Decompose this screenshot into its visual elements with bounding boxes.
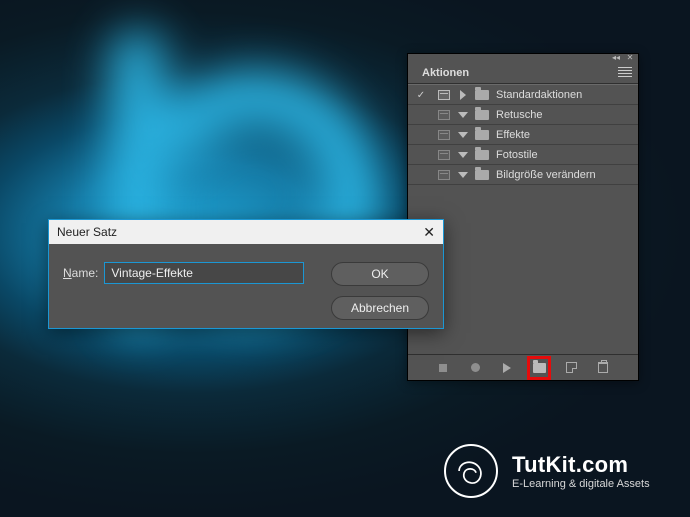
name-label: Name: xyxy=(63,262,98,280)
disclosure-icon[interactable] xyxy=(454,152,472,158)
toggle-check[interactable] xyxy=(408,89,434,101)
dialog-title: Neuer Satz xyxy=(57,225,117,239)
name-input[interactable] xyxy=(104,262,304,284)
toggle-dialog-icon[interactable] xyxy=(434,90,454,100)
toggle-dialog-icon[interactable] xyxy=(434,170,454,180)
tab-actions[interactable]: Aktionen xyxy=(414,63,477,83)
trash-icon[interactable] xyxy=(596,361,610,375)
action-set-label: Bildgröße verändern xyxy=(492,169,638,181)
action-set-row[interactable]: Fotostile xyxy=(408,145,638,165)
action-sets-list: Standardaktionen Retusche Effekte Fotostile… xyxy=(408,84,638,185)
panel-menu-icon[interactable] xyxy=(618,67,632,77)
disclosure-icon[interactable] xyxy=(454,112,472,118)
action-set-label: Standardaktionen xyxy=(492,89,638,101)
action-set-row[interactable]: Bildgröße verändern xyxy=(408,165,638,185)
brand-tagline: E-Learning & digitale Assets xyxy=(512,478,650,490)
record-icon[interactable] xyxy=(468,361,482,375)
action-set-row[interactable]: Effekte xyxy=(408,125,638,145)
play-icon[interactable] xyxy=(500,361,514,375)
new-set-dialog: Neuer Satz ✕ Name: OK Abbrechen xyxy=(48,219,444,329)
folder-icon xyxy=(472,150,492,160)
new-action-icon[interactable] xyxy=(564,361,578,375)
folder-icon xyxy=(472,110,492,120)
stop-icon[interactable] xyxy=(436,361,450,375)
panel-system-bar: ◂◂ ✕ xyxy=(408,54,638,62)
cancel-button[interactable]: Abbrechen xyxy=(331,296,429,320)
collapse-icon[interactable]: ◂◂ xyxy=(610,53,622,61)
brand-name: TutKit.com xyxy=(512,452,650,478)
action-set-label: Retusche xyxy=(492,109,638,121)
ok-button[interactable]: OK xyxy=(331,262,429,286)
action-set-label: Effekte xyxy=(492,129,638,141)
brand-icon xyxy=(444,444,498,498)
folder-icon xyxy=(472,130,492,140)
folder-icon xyxy=(472,90,492,100)
folder-icon xyxy=(472,170,492,180)
close-icon[interactable]: ✕ xyxy=(423,224,435,241)
action-set-row[interactable]: Retusche xyxy=(408,105,638,125)
toggle-dialog-icon[interactable] xyxy=(434,130,454,140)
disclosure-icon[interactable] xyxy=(454,90,472,100)
dialog-titlebar: Neuer Satz ✕ xyxy=(49,220,443,244)
panel-tab-bar: Aktionen xyxy=(408,62,638,84)
disclosure-icon[interactable] xyxy=(454,172,472,178)
disclosure-icon[interactable] xyxy=(454,132,472,138)
close-panel-icon[interactable]: ✕ xyxy=(624,53,636,61)
action-set-label: Fotostile xyxy=(492,149,638,161)
new-set-icon[interactable] xyxy=(532,361,546,375)
toggle-dialog-icon[interactable] xyxy=(434,150,454,160)
toggle-dialog-icon[interactable] xyxy=(434,110,454,120)
panel-footer xyxy=(408,354,638,380)
brand-logo: TutKit.com E-Learning & digitale Assets xyxy=(444,444,650,498)
action-set-row[interactable]: Standardaktionen xyxy=(408,85,638,105)
